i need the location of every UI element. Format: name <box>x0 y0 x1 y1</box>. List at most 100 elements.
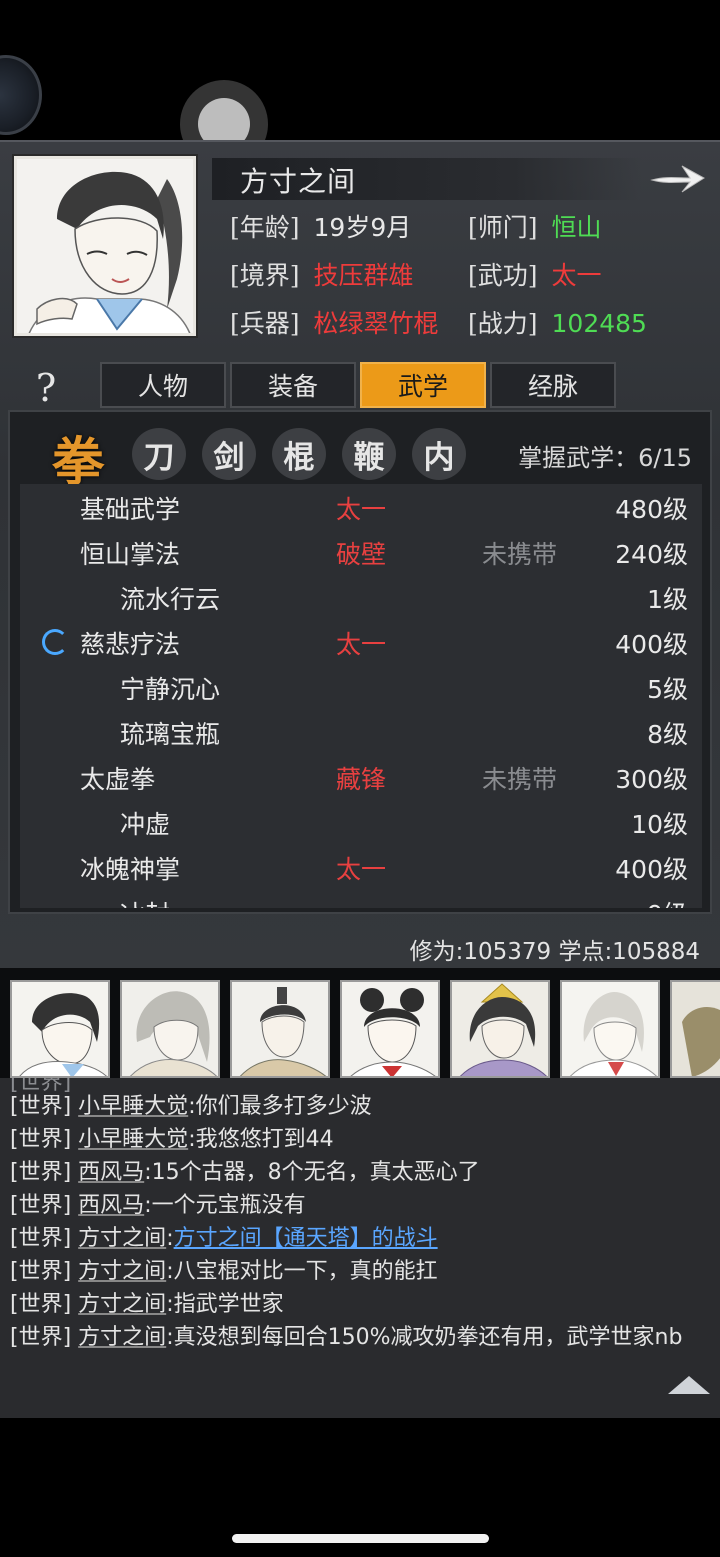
roster-character-3[interactable] <box>230 980 330 1078</box>
category-blade[interactable]: 刀 <box>132 428 186 480</box>
chat-text: :15个古器，8个无名，真太恶心了 <box>144 1160 480 1185</box>
chat-message: [世界] 方寸之间:方寸之间【通天塔】的战斗 <box>10 1222 710 1255</box>
chat-text: :真没想到每回合150%减攻奶拳还有用，武学世家nb <box>166 1325 683 1350</box>
portrait-illustration <box>17 159 193 333</box>
chat-message: [世界] 西风马:一个元宝瓶没有 <box>10 1189 710 1222</box>
skill-level: 480级 <box>615 495 688 524</box>
category-inner[interactable]: 内 <box>412 428 466 480</box>
help-icon[interactable]: ? <box>28 366 64 410</box>
chat-username[interactable]: 方寸之间 <box>78 1259 166 1284</box>
chat-text: : <box>166 1226 174 1251</box>
tab-martial-arts[interactable]: 武学 <box>360 362 486 408</box>
roster-character-7[interactable] <box>670 980 720 1078</box>
skill-level: 8级 <box>647 720 688 749</box>
character-portrait <box>14 156 196 336</box>
skill-name: 恒山掌法 <box>80 540 181 569</box>
tab-meridians[interactable]: 经脉 <box>490 362 616 408</box>
chat-channel: [世界] <box>10 1325 72 1350</box>
mastery-count: 掌握武学：6/15 <box>518 444 692 472</box>
skill-level: 5级 <box>647 675 688 704</box>
chat-collapse-triangle-icon[interactable] <box>668 1376 710 1394</box>
skill-name: 冰魄神掌 <box>80 855 181 884</box>
category-whip[interactable]: 鞭 <box>342 428 396 480</box>
character-name: 方寸之间 <box>240 165 357 198</box>
skill-name: 慈悲疗法 <box>80 630 181 659</box>
top-bar <box>0 0 720 168</box>
chat-username[interactable]: 方寸之间 <box>78 1226 166 1251</box>
skill-row[interactable]: 宁静沉心 5级 <box>20 664 702 709</box>
martial-row: [武功] 太一 <box>468 256 602 292</box>
skill-row[interactable]: 流水行云 1级 <box>20 574 702 619</box>
sect-value: 恒山 <box>551 213 602 242</box>
roster-character-5[interactable] <box>450 980 550 1078</box>
martial-label: [武功] <box>468 261 538 290</box>
chat-username[interactable]: 西风马 <box>78 1160 144 1185</box>
skill-row[interactable]: 恒山掌法 破壁 未携带 240级 <box>20 529 702 574</box>
skill-row[interactable]: 太虚拳 藏锋 未携带 300级 <box>20 754 702 799</box>
skill-rank: 破壁 <box>336 540 387 569</box>
skill-carry-status: 未携带 <box>482 540 558 569</box>
chat-text: :你们最多打多少波 <box>188 1094 372 1119</box>
skill-row[interactable]: 冰魄神掌 太一 400级 <box>20 844 702 889</box>
character-panel: 方寸之间 [年龄] 19岁9月 [师门] 恒山 [境界] 技压群雄 [武功] 太一 [兵… <box>0 140 720 968</box>
realm-value: 技压群雄 <box>313 261 414 290</box>
tab-bar: 人物 装备 武学 经脉 <box>100 362 616 410</box>
chat-message: [世界] 小早睡大觉:你们最多打多少波 <box>10 1090 710 1123</box>
category-sword[interactable]: 剑 <box>202 428 256 480</box>
skill-row[interactable]: 冰封 9级 <box>20 889 702 908</box>
cultivation-stats: 修为:105379 学点:105884 <box>409 939 700 965</box>
character-roster <box>0 968 720 1078</box>
skill-row[interactable]: 慈悲疗法 太一 400级 <box>20 619 702 664</box>
skill-level: 9级 <box>647 895 688 908</box>
chat-channel: [世界] <box>10 1193 72 1218</box>
skill-name: 冲虚 <box>120 810 171 839</box>
skill-rank: 藏锋 <box>336 765 387 794</box>
power-label: [战力] <box>468 309 538 338</box>
roster-character-6[interactable] <box>560 980 660 1078</box>
chat-username[interactable]: 西风马 <box>78 1193 144 1218</box>
skill-name: 琉璃宝瓶 <box>120 720 221 749</box>
skill-row[interactable]: 冲虚 10级 <box>20 799 702 844</box>
skill-row[interactable]: 琉璃宝瓶 8级 <box>20 709 702 754</box>
skill-list[interactable]: 基础武学 太一 480级 恒山掌法 破壁 未携带 240级 流水行云 1级 慈悲… <box>20 484 702 908</box>
chat-text: :一个元宝瓶没有 <box>144 1193 306 1218</box>
skill-name: 太虚拳 <box>80 765 156 794</box>
age-label: [年龄] <box>230 213 300 242</box>
skill-rank: 太一 <box>336 495 387 524</box>
age-value: 19岁9月 <box>313 213 412 242</box>
tab-equipment[interactable]: 装备 <box>230 362 356 408</box>
battle-replay-link[interactable]: 方寸之间【通天塔】的战斗 <box>174 1226 438 1251</box>
chat-username[interactable]: 方寸之间 <box>78 1292 166 1317</box>
roster-character-2[interactable] <box>120 980 220 1078</box>
skill-name: 宁静沉心 <box>120 675 221 704</box>
weapon-label: [兵器] <box>230 309 300 338</box>
skill-level: 300级 <box>615 765 688 794</box>
tab-character[interactable]: 人物 <box>100 362 226 408</box>
age-row: [年龄] 19岁9月 <box>230 208 411 244</box>
skill-rank: 太一 <box>336 855 387 884</box>
chat-channel: [世界] <box>10 1226 72 1251</box>
skill-row[interactable]: 基础武学 太一 480级 <box>20 484 702 529</box>
sect-label: [师门] <box>468 213 538 242</box>
chat-text: :八宝棍对比一下，真的能扛 <box>166 1259 438 1284</box>
skill-name: 冰封 <box>120 895 170 908</box>
chat-channel: [世界] <box>10 1094 72 1119</box>
chat-username[interactable]: 小早睡大觉 <box>78 1094 188 1119</box>
martial-arts-content: 拳 刀 剑 棍 鞭 内 掌握武学：6/15 基础武学 太一 480级 恒山掌法 … <box>8 410 712 914</box>
category-staff[interactable]: 棍 <box>272 428 326 480</box>
menu-badge-icon[interactable] <box>0 55 42 135</box>
chat-channel: [世界] <box>10 1292 72 1317</box>
chat-username[interactable]: 方寸之间 <box>78 1325 166 1350</box>
roster-character-4[interactable] <box>340 980 440 1078</box>
power-row: [战力] 102485 <box>468 304 647 340</box>
chat-username[interactable]: 小早睡大觉 <box>78 1127 188 1152</box>
home-indicator[interactable] <box>232 1534 489 1543</box>
chat-channel: [世界] <box>10 1259 72 1284</box>
skill-level: 1级 <box>647 585 688 614</box>
skill-rank: 太一 <box>336 630 387 659</box>
arrow-right-icon[interactable] <box>648 156 708 200</box>
chat-channel: [世界] <box>10 1160 72 1185</box>
roster-character-1[interactable] <box>10 980 110 1078</box>
world-chat[interactable]: [世界] [世界] 小早睡大觉:你们最多打多少波 [世界] 小早睡大觉:我悠悠打… <box>0 1078 720 1418</box>
chat-message: [世界] 西风马:15个古器，8个无名，真太恶心了 <box>10 1156 710 1189</box>
